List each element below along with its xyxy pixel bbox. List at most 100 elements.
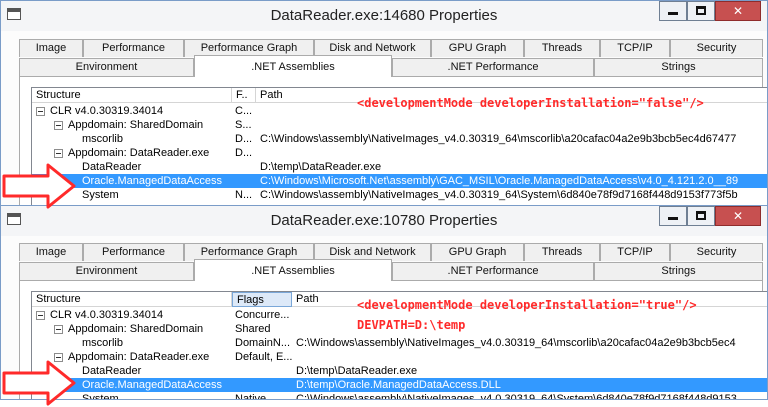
minimize-icon [668, 12, 678, 16]
structure-cell: CLR v4.0.30319.34014 [50, 105, 164, 117]
title-bar[interactable]: DataReader.exe:14680 Properties ✕ [1, 1, 767, 31]
structure-cell: mscorlib [82, 133, 123, 145]
tab-gpu-graph[interactable]: GPU Graph [431, 39, 524, 57]
minimize-icon [668, 217, 678, 221]
config-annotation: <developmentMode developerInstallation="… [357, 96, 704, 110]
collapse-icon[interactable] [54, 325, 63, 334]
tab-threads[interactable]: Threads [524, 243, 600, 261]
structure-cell: Appdomain: DataReader.exe [68, 147, 210, 159]
close-button[interactable]: ✕ [715, 206, 761, 226]
column-header-structure[interactable]: Structure [32, 88, 232, 103]
path-cell: C:\Windows\assembly\NativeImages_v4.0.30… [260, 189, 738, 201]
path-cell: C:\Windows\Microsoft.Net\assembly\GAC_MS… [260, 175, 739, 187]
minimize-button[interactable] [659, 206, 687, 226]
path-cell: D:\temp\Oracle.ManagedDataAccess.DLL [296, 379, 501, 391]
tree-row[interactable]: mscorlib D... C:\Windows\assembly\Native… [32, 132, 767, 146]
structure-cell: Appdomain: SharedDomain [68, 119, 204, 131]
structure-cell: DataReader [82, 365, 142, 377]
tab-gpu-graph[interactable]: GPU Graph [431, 243, 524, 261]
tree-row-selected[interactable]: Oracle.ManagedDataAccess D:\temp\Oracle.… [32, 378, 767, 392]
tab-security[interactable]: Security [670, 39, 763, 57]
flags-cell: Default, E... [235, 351, 293, 363]
structure-cell: Appdomain: SharedDomain [68, 323, 204, 335]
path-cell [260, 118, 767, 132]
tab-net-assemblies[interactable]: .NET Assemblies [194, 55, 392, 77]
column-header-flags[interactable]: Flags [232, 292, 292, 307]
tree-row-selected[interactable]: Oracle.ManagedDataAccess C:\Windows\Micr… [32, 174, 767, 188]
tree-row[interactable]: DataReader D:\temp\DataReader.exe [32, 160, 767, 174]
structure-cell: Appdomain: DataReader.exe [68, 351, 210, 363]
tab-net-assemblies[interactable]: .NET Assemblies [194, 259, 392, 281]
structure-cell: Oracle.ManagedDataAccess [82, 175, 223, 187]
path-cell [296, 350, 767, 364]
flags-cell [235, 174, 255, 188]
column-header-structure[interactable]: Structure [32, 292, 232, 307]
tab-net-performance[interactable]: .NET Performance [392, 58, 594, 76]
config-annotation: <developmentMode developerInstallation="… [357, 298, 697, 312]
path-cell: C:\Windows\assembly\NativeImages_v4.0.30… [260, 133, 737, 145]
column-header-flags[interactable]: F.. [232, 88, 256, 103]
structure-cell: DataReader [82, 161, 142, 173]
flags-cell: D... [235, 133, 253, 145]
flags-cell: S... [235, 119, 252, 131]
flags-cell: D... [235, 147, 253, 159]
collapse-icon[interactable] [54, 121, 63, 130]
flags-cell: Concurre... [235, 309, 290, 321]
tab-strings[interactable]: Strings [594, 262, 763, 280]
tree-row[interactable]: Appdomain: SharedDomain S... [32, 118, 767, 132]
properties-window-top: DataReader.exe:14680 Properties ✕ Image … [0, 0, 768, 206]
tree-row[interactable]: System Native C:\Windows\assembly\Native… [32, 392, 767, 400]
window-title: DataReader.exe:14680 Properties [270, 7, 498, 24]
path-cell: C:\Windows\assembly\NativeImages_v4.0.30… [296, 393, 737, 400]
tree-row[interactable]: System N... C:\Windows\assembly\NativeIm… [32, 188, 767, 202]
devpath-annotation: DEVPATH=D:\temp [357, 318, 466, 332]
tab-row-2: Environment .NET Assemblies .NET Perform… [19, 259, 763, 281]
tab-image[interactable]: Image [19, 243, 83, 261]
close-icon: ✕ [732, 209, 744, 223]
close-button[interactable]: ✕ [715, 1, 761, 21]
flags-cell: Shared [235, 323, 271, 335]
maximize-button[interactable] [687, 206, 715, 226]
tab-strings[interactable]: Strings [594, 58, 763, 76]
path-cell [260, 146, 767, 160]
close-icon: ✕ [732, 4, 744, 18]
tree-row[interactable]: Appdomain: DataReader.exe D... [32, 146, 767, 160]
flags-cell [235, 378, 293, 392]
window-title: DataReader.exe:10780 Properties [270, 212, 498, 229]
tab-environment[interactable]: Environment [19, 58, 194, 76]
flags-cell: C... [235, 105, 253, 117]
properties-window-bottom: DataReader.exe:10780 Properties ✕ Image … [0, 205, 768, 400]
structure-cell: Oracle.ManagedDataAccess [82, 379, 223, 391]
structure-cell: System [82, 393, 119, 400]
flags-cell: DomainN... [235, 337, 291, 349]
tab-environment[interactable]: Environment [19, 262, 194, 280]
flags-cell: Native [235, 393, 267, 400]
tab-performance[interactable]: Performance [83, 243, 184, 261]
collapse-icon[interactable] [36, 311, 45, 320]
tab-performance[interactable]: Performance [83, 39, 184, 57]
minimize-button[interactable] [659, 1, 687, 21]
maximize-button[interactable] [687, 1, 715, 21]
tree-row[interactable]: DataReader D:\temp\DataReader.exe [32, 364, 767, 378]
tree-row[interactable]: Appdomain: DataReader.exe Default, E... [32, 350, 767, 364]
structure-cell: mscorlib [82, 337, 123, 349]
tab-net-performance[interactable]: .NET Performance [392, 262, 594, 280]
flags-cell [235, 364, 293, 378]
tab-tcp-ip[interactable]: TCP/IP [600, 39, 670, 57]
path-cell: D:\temp\DataReader.exe [296, 365, 418, 377]
tree-row[interactable]: mscorlib DomainN... C:\Windows\assembly\… [32, 336, 767, 350]
collapse-icon[interactable] [54, 149, 63, 158]
flags-cell: N... [235, 189, 253, 201]
collapse-icon[interactable] [36, 107, 45, 116]
maximize-icon [696, 211, 706, 221]
structure-cell: System [82, 189, 119, 201]
title-bar[interactable]: DataReader.exe:10780 Properties ✕ [1, 206, 767, 236]
tab-image[interactable]: Image [19, 39, 83, 57]
structure-cell: CLR v4.0.30319.34014 [50, 309, 164, 321]
flags-cell [235, 160, 255, 174]
tab-security[interactable]: Security [670, 243, 763, 261]
tab-row-2: Environment .NET Assemblies .NET Perform… [19, 55, 763, 77]
maximize-icon [696, 6, 706, 16]
tab-tcp-ip[interactable]: TCP/IP [600, 243, 670, 261]
tab-threads[interactable]: Threads [524, 39, 600, 57]
